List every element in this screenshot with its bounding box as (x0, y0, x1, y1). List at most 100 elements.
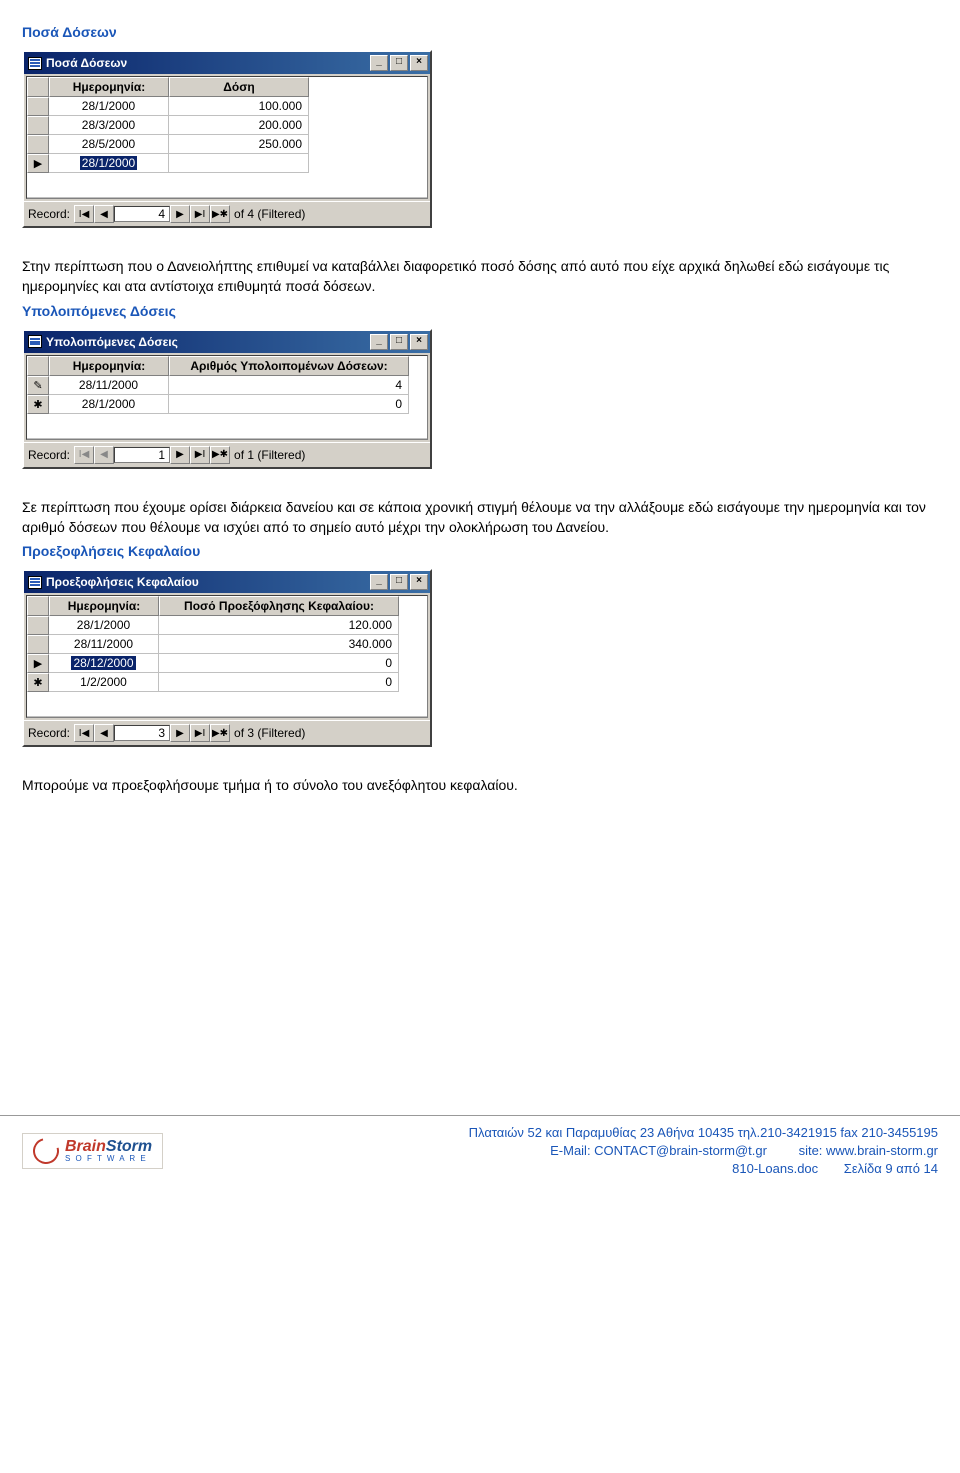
table-row[interactable]: 28/11/2000340.000 (27, 635, 427, 654)
logo-swirl-icon (28, 1133, 64, 1169)
column-header[interactable]: Αριθμός Υπολοιπομένων Δόσεων: (169, 356, 409, 376)
record-label: Record: (28, 448, 70, 462)
window-proexoflisis: Προεξοφλήσεις Κεφαλαίου _□× Ημερομηνία:Ποσ… (22, 569, 432, 747)
table-row[interactable]: ▶28/1/2000 (27, 154, 427, 173)
table-row[interactable]: ▶28/12/20000 (27, 654, 427, 673)
logo-brain-text: Brain (65, 1138, 106, 1155)
close-button[interactable]: × (410, 574, 428, 590)
maximize-button[interactable]: □ (390, 55, 408, 71)
cell-value[interactable]: 100.000 (169, 97, 309, 116)
cell-value[interactable]: 250.000 (169, 135, 309, 154)
column-header[interactable]: Ημερομηνία: (49, 356, 169, 376)
nav-first-button[interactable]: Ι◀ (74, 205, 94, 223)
record-number-input[interactable]: 4 (114, 206, 170, 222)
footer-email: E-Mail: CONTACT@brain-storm@t.gr (550, 1143, 767, 1158)
record-of-text: of 4 (Filtered) (234, 207, 305, 221)
cell-value[interactable]: 340.000 (159, 635, 399, 654)
maximize-button[interactable]: □ (390, 334, 408, 350)
nav-new-button[interactable]: ▶✱ (210, 446, 230, 464)
cell-date[interactable]: 28/11/2000 (49, 635, 159, 654)
cell-value[interactable]: 4 (169, 376, 409, 395)
cell-date[interactable]: 28/11/2000 (49, 376, 169, 395)
nav-prev-button[interactable]: ◀ (94, 205, 114, 223)
row-selector[interactable]: ▶ (27, 154, 49, 173)
row-selector[interactable] (27, 635, 49, 654)
record-label: Record: (28, 726, 70, 740)
cell-value[interactable]: 0 (169, 395, 409, 414)
header-rowselect (27, 77, 49, 97)
row-selector[interactable] (27, 116, 49, 135)
record-label: Record: (28, 207, 70, 221)
nav-prev-button[interactable]: ◀ (94, 724, 114, 742)
section-title-2: Υπολοιπόμενες Δόσεις (22, 303, 938, 319)
row-selector[interactable] (27, 97, 49, 116)
paragraph-1: Στην περίπτωση που ο Δανειολήπτης επιθυμ… (22, 256, 938, 297)
nav-prev-button[interactable]: ◀ (94, 446, 114, 464)
nav-next-button[interactable]: ▶ (170, 446, 190, 464)
nav-next-button[interactable]: ▶ (170, 724, 190, 742)
close-button[interactable]: × (410, 334, 428, 350)
cell-date[interactable]: 28/1/2000 (49, 616, 159, 635)
column-header[interactable]: Δόση (169, 77, 309, 97)
cell-value[interactable]: 0 (159, 673, 399, 692)
table-row[interactable]: 28/1/2000100.000 (27, 97, 427, 116)
cell-date[interactable]: 28/1/2000 (49, 154, 169, 173)
data-grid: Ημερομηνία:Ποσό Προεξόφλησης Κεφαλαίου:2… (26, 595, 428, 718)
form-icon (28, 57, 42, 70)
close-button[interactable]: × (410, 55, 428, 71)
table-row[interactable]: ✎28/11/20004 (27, 376, 427, 395)
table-row[interactable]: ✱28/1/20000 (27, 395, 427, 414)
record-number-input[interactable]: 1 (114, 447, 170, 463)
cell-date[interactable]: 1/2/2000 (49, 673, 159, 692)
cell-value[interactable]: 200.000 (169, 116, 309, 135)
column-header[interactable]: Ημερομηνία: (49, 77, 169, 97)
cell-value[interactable] (169, 154, 309, 173)
cell-date[interactable]: 28/5/2000 (49, 135, 169, 154)
data-grid: Ημερομηνία:Αριθμός Υπολοιπομένων Δόσεων:… (26, 355, 428, 440)
column-header[interactable]: Ημερομηνία: (49, 596, 159, 616)
page-footer: BrainStorm S O F T W A R E Πλαταιών 52 κ… (0, 1115, 960, 1189)
table-row[interactable]: 28/5/2000250.000 (27, 135, 427, 154)
cell-date[interactable]: 28/1/2000 (49, 395, 169, 414)
nav-new-button[interactable]: ▶✱ (210, 205, 230, 223)
column-header[interactable]: Ποσό Προεξόφλησης Κεφαλαίου: (159, 596, 399, 616)
nav-first-button[interactable]: Ι◀ (74, 446, 94, 464)
cell-value[interactable]: 120.000 (159, 616, 399, 635)
table-row[interactable]: ✱1/2/20000 (27, 673, 427, 692)
cell-date[interactable]: 28/12/2000 (49, 654, 159, 673)
row-selector[interactable]: ✎ (27, 376, 49, 395)
form-icon (28, 576, 42, 589)
minimize-button[interactable]: _ (370, 55, 388, 71)
cell-value[interactable]: 0 (159, 654, 399, 673)
window-titlebar: Υπολοιπόμενες Δόσεις_□× (24, 331, 430, 353)
nav-next-button[interactable]: ▶ (170, 205, 190, 223)
row-selector[interactable]: ▶ (27, 654, 49, 673)
maximize-button[interactable]: □ (390, 574, 408, 590)
record-number-input[interactable]: 3 (114, 725, 170, 741)
window-posa-doseon: Ποσά Δόσεων_□×Ημερομηνία:Δόση28/1/200010… (22, 50, 432, 228)
nav-new-button[interactable]: ▶✱ (210, 724, 230, 742)
minimize-button[interactable]: _ (370, 574, 388, 590)
table-row[interactable]: 28/1/2000120.000 (27, 616, 427, 635)
row-selector[interactable]: ✱ (27, 395, 49, 414)
row-selector[interactable] (27, 135, 49, 154)
nav-last-button[interactable]: ▶Ι (190, 446, 210, 464)
nav-first-button[interactable]: Ι◀ (74, 724, 94, 742)
nav-last-button[interactable]: ▶Ι (190, 724, 210, 742)
row-selector[interactable]: ✱ (27, 673, 49, 692)
section-title-1: Ποσά Δόσεων (22, 24, 938, 40)
row-selector[interactable] (27, 616, 49, 635)
table-row[interactable]: 28/3/2000200.000 (27, 116, 427, 135)
window-titlebar: Ποσά Δόσεων_□× (24, 52, 430, 74)
record-navigator: Record: Ι◀◀1▶▶Ι▶✱ of 1 (Filtered) (24, 442, 430, 467)
logo-storm-text: Storm (106, 1138, 152, 1155)
cell-date[interactable]: 28/3/2000 (49, 116, 169, 135)
header-rowselect (27, 356, 49, 376)
cell-date[interactable]: 28/1/2000 (49, 97, 169, 116)
record-of-text: of 3 (Filtered) (234, 726, 305, 740)
nav-last-button[interactable]: ▶Ι (190, 205, 210, 223)
minimize-button[interactable]: _ (370, 334, 388, 350)
window-title: Προεξοφλήσεις Κεφαλαίου (46, 575, 199, 589)
record-of-text: of 1 (Filtered) (234, 448, 305, 462)
footer-address: Πλαταιών 52 και Παραμυθίας 23 Αθήνα 1043… (163, 1124, 938, 1142)
